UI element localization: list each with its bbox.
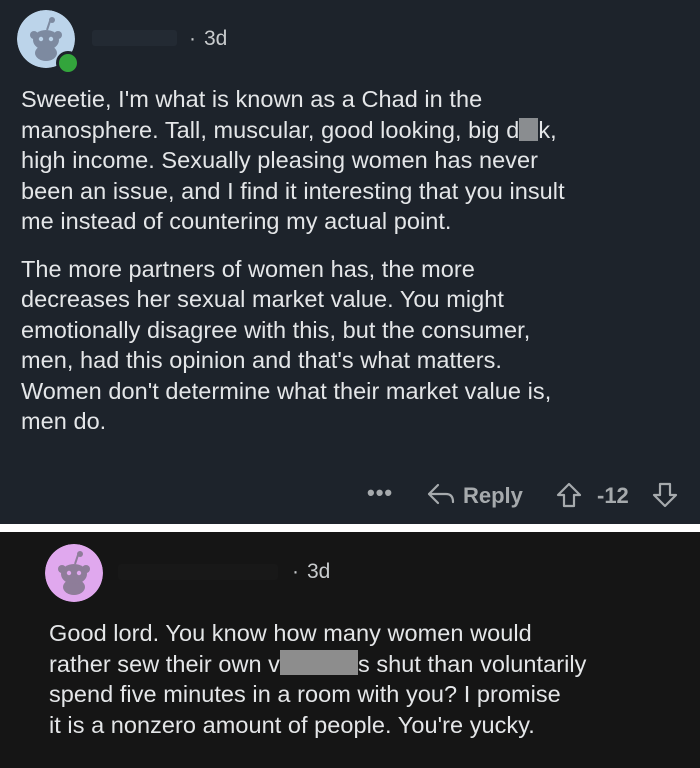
comment-paragraph: Sweetie, I'm what is known as a Chad in … [21, 86, 565, 234]
comment-timestamp: · 3d [292, 560, 331, 583]
comment-paragraph: The more partners of women has, the more… [21, 255, 552, 435]
upvote-arrow-icon[interactable] [555, 481, 583, 515]
comment-card-1: · 3d Sweetie, I'm what is known as a Chad… [0, 0, 700, 524]
redacted-word [519, 117, 539, 141]
more-options-icon[interactable]: ••• [367, 480, 393, 506]
reply-arrow-icon[interactable] [426, 482, 456, 514]
redacted-word [279, 649, 358, 675]
reply-button[interactable]: Reply [463, 483, 523, 509]
comment-actions: ••• Reply -12 [0, 478, 700, 514]
downvote-arrow-icon[interactable] [651, 481, 679, 515]
online-status-icon [56, 51, 80, 75]
username-redacted[interactable] [92, 30, 177, 46]
comment-body: Sweetie, I'm what is known as a Chad in … [21, 84, 686, 437]
comment-paragraph: Good lord. You know how many women would… [49, 620, 587, 738]
comment-timestamp: · 3d [189, 27, 228, 50]
snoo-avatar-icon[interactable] [45, 544, 103, 602]
vote-score: -12 [597, 483, 629, 508]
comment-body: Good lord. You know how many women would… [49, 618, 689, 740]
username-redacted[interactable] [118, 564, 278, 580]
comment-card-2: · 3d Good lord. You know how many women w… [0, 532, 700, 768]
